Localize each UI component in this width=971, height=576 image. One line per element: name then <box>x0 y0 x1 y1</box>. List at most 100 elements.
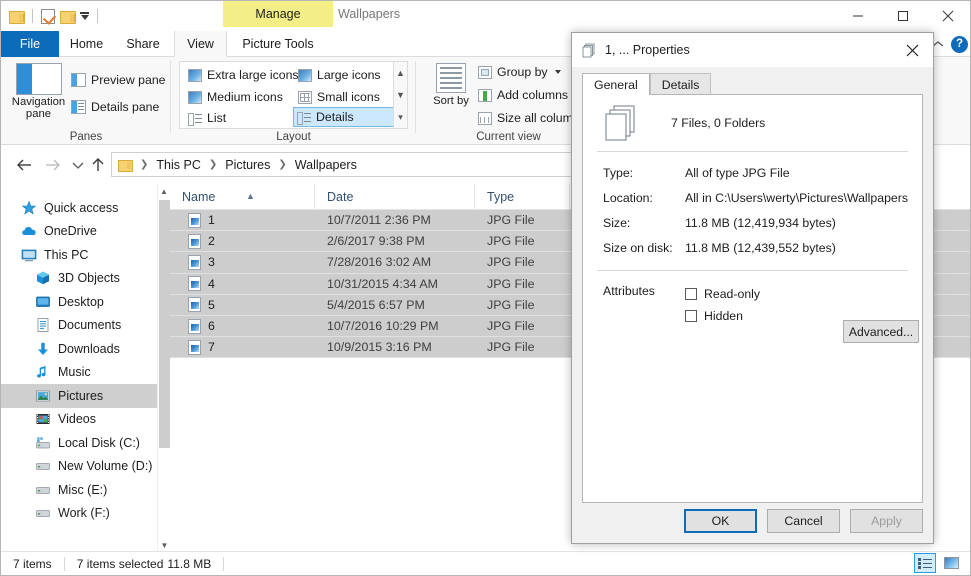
sidebar-item-local-disk-c[interactable]: Local Disk (C:) <box>1 431 168 455</box>
sidebar-item-this-pc[interactable]: This PC <box>1 243 168 267</box>
folder-icon[interactable] <box>60 10 76 24</box>
manage-contextual-tab[interactable]: Manage <box>223 1 333 27</box>
small-icons-icon <box>298 90 312 104</box>
sidebar-label: Work (F:) <box>58 506 110 521</box>
qat-divider-2 <box>97 9 98 23</box>
properties-icon[interactable] <box>41 8 55 24</box>
large-icons-view-icon <box>943 557 959 569</box>
ok-button[interactable]: OK <box>684 509 757 533</box>
cell-date: 10/9/2015 3:16 PM <box>327 340 432 355</box>
navigation-pane-button[interactable]: Navigation pane <box>11 61 66 127</box>
tab-share[interactable]: Share <box>114 31 172 57</box>
navigation-pane-scrollbar[interactable]: ▲ ▼ <box>157 184 170 552</box>
tab-details[interactable]: Details <box>649 73 712 95</box>
add-columns-button[interactable]: Add columns <box>478 88 582 102</box>
breadcrumb-this-pc[interactable]: This PC <box>153 156 203 174</box>
sidebar-item-work-f[interactable]: Work (F:) <box>1 502 168 526</box>
field-value: All in C:\Users\werty\Pictures\Wallpaper… <box>685 190 908 205</box>
breadcrumb-separator: ❯ <box>208 159 218 170</box>
group-by-button[interactable]: Group by <box>478 65 561 79</box>
tab-view[interactable]: View <box>174 31 227 57</box>
details-icon <box>297 111 311 125</box>
breadcrumb-wallpapers[interactable]: Wallpapers <box>292 156 360 174</box>
ribbon-group-layout: Extra large icons Large icons Medium ico… <box>171 57 416 145</box>
file-name: 1 <box>208 213 215 228</box>
tab-home[interactable]: Home <box>59 31 114 57</box>
group-by-icon <box>478 65 492 79</box>
checkbox-box[interactable] <box>685 288 697 300</box>
group-by-label: Group by <box>497 65 548 79</box>
sidebar-item-pictures[interactable]: Pictures <box>1 384 168 408</box>
scroll-up-icon[interactable]: ▲ <box>396 69 405 78</box>
column-header-name[interactable]: Name ▲ <box>170 184 315 210</box>
field-value: 11.8 MB (12,419,934 bytes) <box>685 215 836 230</box>
layout-label: Small icons <box>317 90 380 104</box>
selection-label: 7 items selected <box>76 556 164 571</box>
layout-extra-large-icons[interactable]: Extra large icons <box>185 65 302 85</box>
breadcrumb-pictures[interactable]: Pictures <box>222 156 273 174</box>
layout-large-icons[interactable]: Large icons <box>295 65 384 85</box>
help-icon[interactable]: ? <box>951 35 968 53</box>
dialog-close-button[interactable] <box>891 33 933 67</box>
file-name: 4 <box>208 276 215 291</box>
advanced-button[interactable]: Advanced... <box>843 320 919 343</box>
scroll-down-icon[interactable]: ▼ <box>396 91 405 100</box>
layout-gallery-scroll[interactable]: ▲ ▼ ▾ <box>393 61 408 129</box>
sidebar-item-quick-access[interactable]: Quick access <box>1 196 168 220</box>
dialog-summary-row: 7 Files, 0 Folders <box>583 95 922 151</box>
column-header-type[interactable]: Type <box>475 184 570 210</box>
checkbox-hidden[interactable]: Hidden <box>685 305 760 327</box>
layout-details[interactable]: Details <box>293 107 397 127</box>
close-button[interactable] <box>925 1 970 31</box>
size-all-columns-button[interactable]: Size all columns <box>478 111 586 125</box>
sidebar-item-misc-e[interactable]: Misc (E:) <box>1 478 168 502</box>
customize-qat-dropdown-icon[interactable] <box>80 12 89 20</box>
back-button[interactable] <box>13 154 35 176</box>
details-pane-icon <box>71 100 86 114</box>
tab-general[interactable]: General <box>582 73 650 95</box>
tab-file[interactable]: File <box>1 31 59 57</box>
status-divider <box>223 556 225 571</box>
field-size: Size: 11.8 MB (12,419,934 bytes) <box>583 210 922 235</box>
drive-icon <box>35 458 51 474</box>
monitor-icon <box>21 247 37 263</box>
forward-button[interactable] <box>41 154 63 176</box>
sidebar-item-music[interactable]: Music <box>1 361 168 385</box>
layout-small-icons[interactable]: Small icons <box>295 87 383 107</box>
layout-medium-icons[interactable]: Medium icons <box>185 87 286 107</box>
scrollbar-thumb[interactable] <box>159 200 170 448</box>
maximize-button[interactable] <box>880 1 925 31</box>
sidebar-label: OneDrive <box>44 224 97 239</box>
sidebar-item-3d-objects[interactable]: 3D Objects <box>1 267 168 291</box>
large-icons-view-button[interactable] <box>940 553 962 573</box>
recent-locations-button[interactable] <box>67 154 89 176</box>
new-folder-icon[interactable] <box>9 10 25 24</box>
sidebar-item-desktop[interactable]: Desktop <box>1 290 168 314</box>
item-count-label: 7 items <box>13 556 52 571</box>
column-header-date[interactable]: Date <box>315 184 475 210</box>
preview-pane-icon <box>71 73 86 87</box>
details-view-button[interactable] <box>914 553 936 573</box>
checkbox-box[interactable] <box>685 310 697 322</box>
details-pane-button[interactable]: Details pane <box>71 100 159 114</box>
checkbox-read-only[interactable]: Read-only <box>685 283 760 305</box>
sort-by-button[interactable]: Sort by <box>428 61 474 127</box>
cell-type: JPG File <box>487 255 535 270</box>
sidebar-item-documents[interactable]: Documents <box>1 314 168 338</box>
sidebar-item-new-volume-d[interactable]: New Volume (D:) <box>1 455 168 479</box>
cell-type: JPG File <box>487 276 535 291</box>
sidebar-item-onedrive[interactable]: OneDrive <box>1 220 168 244</box>
minimize-button[interactable] <box>835 1 880 31</box>
sidebar-item-videos[interactable]: Videos <box>1 408 168 432</box>
ribbon-controls: ? <box>929 31 968 57</box>
up-button[interactable] <box>87 154 109 176</box>
layout-list[interactable]: List <box>185 108 229 128</box>
cancel-button[interactable]: Cancel <box>767 509 840 533</box>
cell-name: 7 <box>170 339 315 355</box>
scroll-up-icon[interactable]: ▲ <box>158 184 170 198</box>
dialog-tabs: General Details <box>582 73 712 95</box>
preview-pane-button[interactable]: Preview pane <box>71 73 166 87</box>
tab-picture-tools[interactable]: Picture Tools <box>227 31 329 57</box>
gallery-expand-icon[interactable]: ▾ <box>398 113 403 122</box>
sidebar-item-downloads[interactable]: Downloads <box>1 337 168 361</box>
